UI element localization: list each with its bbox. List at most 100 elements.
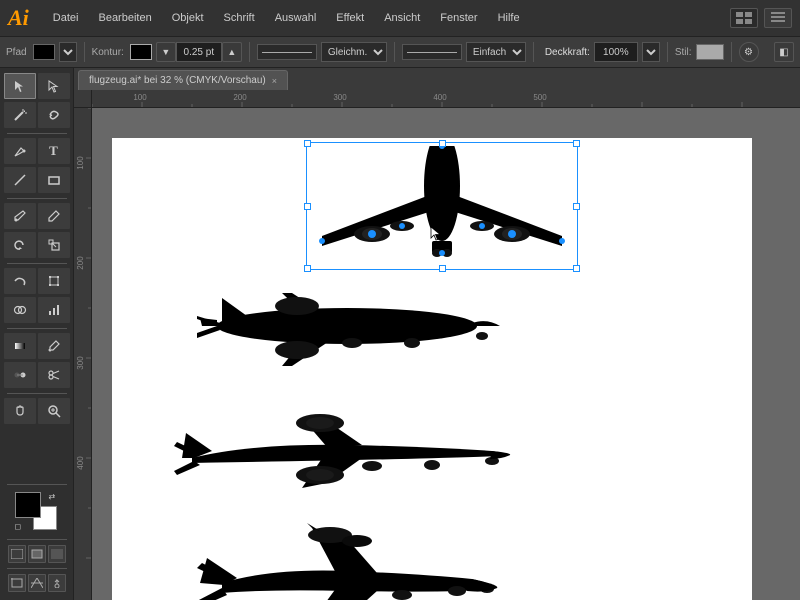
gradient-tool[interactable] — [4, 333, 36, 359]
svg-text:100: 100 — [133, 93, 147, 102]
menu-fenster[interactable]: Fenster — [430, 6, 487, 30]
extra-icon[interactable]: ◧ — [774, 42, 794, 62]
handle-ml[interactable] — [304, 203, 311, 210]
handle-bl[interactable] — [304, 265, 311, 272]
tool-divider-4 — [7, 328, 67, 329]
stroke-value-up[interactable]: ▲ — [222, 42, 242, 62]
style-swatch[interactable] — [696, 44, 724, 60]
menu-auswahl[interactable]: Auswahl — [265, 6, 327, 30]
menu-bar: Ai Datei Bearbeiten Objekt Schrift Auswa… — [0, 0, 800, 36]
main-area: T — [0, 68, 800, 600]
hand-tool[interactable] — [4, 398, 36, 424]
extra-tools-row — [8, 574, 66, 592]
selection-tool[interactable] — [4, 73, 36, 99]
tool-row-6 — [3, 231, 71, 259]
perspective-grid-tool[interactable] — [28, 574, 46, 592]
line-type-select[interactable]: Einfach — [466, 42, 526, 62]
ruler-left-marks: 100 200 300 400 — [74, 108, 92, 600]
fill-swatch[interactable] — [33, 44, 55, 60]
tool-divider-8 — [7, 568, 67, 569]
document-tab[interactable]: flugzeug.ai* bei 32 % (CMYK/Vorschau) × — [78, 70, 288, 90]
toolbox: T — [0, 68, 74, 600]
aircraft-1-selected[interactable] — [312, 146, 572, 266]
type-tool[interactable]: T — [38, 138, 70, 164]
opacity-label: Deckkraft: — [545, 47, 590, 58]
foreground-color-swatch[interactable] — [15, 492, 41, 518]
handle-mr[interactable] — [573, 203, 580, 210]
ruler-top-marks: 100 200 300 400 500 — [92, 90, 800, 108]
free-transform-tool[interactable] — [38, 268, 70, 294]
stroke-swatch[interactable] — [130, 44, 152, 60]
blend-tool[interactable] — [4, 362, 36, 388]
symbol-sprayer-tool[interactable] — [48, 574, 66, 592]
handle-bm[interactable] — [439, 265, 446, 272]
svg-text:200: 200 — [76, 256, 85, 270]
tab-bar: flugzeug.ai* bei 32 % (CMYK/Vorschau) × — [74, 68, 800, 90]
shape-builder-tool[interactable] — [4, 297, 36, 323]
options-toolbar: Pfad ▼ Kontur: ▼ ▲ Gleichm. Einfach Deck… — [0, 36, 800, 68]
tab-title: flugzeug.ai* bei 32 % (CMYK/Vorschau) — [89, 75, 266, 86]
handle-tl[interactable] — [304, 140, 311, 147]
stroke-value-input[interactable] — [176, 42, 222, 62]
menu-effekt[interactable]: Effekt — [326, 6, 374, 30]
pencil-tool[interactable] — [38, 203, 70, 229]
eyedropper-tool[interactable] — [38, 333, 70, 359]
line-segment-tool[interactable] — [4, 167, 36, 193]
opacity-select[interactable]: ▼ — [642, 42, 660, 62]
workspace-switcher[interactable] — [730, 8, 758, 28]
stroke-label: Kontur: — [92, 47, 124, 58]
tool-divider-3 — [7, 263, 67, 264]
menu-hilfe[interactable]: Hilfe — [488, 6, 530, 30]
scale-tool[interactable] — [38, 232, 70, 258]
svg-text:400: 400 — [76, 456, 85, 470]
stroke-value-down[interactable]: ▼ — [156, 42, 176, 62]
menu-ansicht[interactable]: Ansicht — [374, 6, 430, 30]
change-screen-mode-button[interactable] — [8, 545, 26, 563]
arrange-windows[interactable] — [764, 8, 792, 28]
default-colors-icon[interactable]: ◻ — [15, 522, 25, 532]
warp-tool[interactable] — [4, 268, 36, 294]
view-mode-row — [8, 545, 66, 563]
canvas-area[interactable]: 100 200 300 400 500 — [74, 90, 800, 600]
tool-row-4 — [3, 166, 71, 194]
view-option-2[interactable] — [28, 545, 46, 563]
view-option-3[interactable] — [48, 545, 66, 563]
menu-schrift[interactable]: Schrift — [214, 6, 265, 30]
swap-colors-icon[interactable]: ⇄ — [49, 492, 59, 502]
handle-tr[interactable] — [573, 140, 580, 147]
scissors-tool[interactable] — [38, 362, 70, 388]
ruler-corner — [74, 90, 92, 108]
rotate-tool[interactable] — [4, 232, 36, 258]
stroke-type-select[interactable]: Gleichm. — [321, 42, 387, 62]
graph-tool[interactable] — [38, 297, 70, 323]
tool-divider-1 — [7, 133, 67, 134]
menu-objekt[interactable]: Objekt — [162, 6, 214, 30]
aircraft-4[interactable] — [192, 523, 502, 600]
paintbrush-tool[interactable] — [4, 203, 36, 229]
lasso-tool[interactable] — [38, 102, 70, 128]
stroke-style-preview — [257, 44, 317, 60]
tool-row-2 — [3, 101, 71, 129]
menu-bearbeiten[interactable]: Bearbeiten — [88, 6, 161, 30]
document-canvas[interactable] — [92, 108, 800, 600]
handle-br[interactable] — [573, 265, 580, 272]
menu-datei[interactable]: Datei — [43, 6, 89, 30]
pen-tool[interactable] — [4, 138, 36, 164]
direct-selection-tool[interactable] — [38, 73, 70, 99]
settings-icon[interactable]: ⚙ — [739, 42, 759, 62]
magic-wand-tool[interactable] — [4, 102, 36, 128]
tool-row-8 — [3, 296, 71, 324]
tab-close-button[interactable]: × — [272, 76, 277, 86]
aircraft-2[interactable] — [192, 288, 502, 368]
opacity-input[interactable] — [594, 42, 638, 62]
aircraft-3[interactable] — [172, 403, 512, 493]
divider-5 — [667, 42, 668, 62]
fill-type-select[interactable]: ▼ — [59, 42, 77, 62]
zoom-tool[interactable] — [38, 398, 70, 424]
tool-divider-6 — [7, 484, 67, 485]
rectangle-tool[interactable] — [38, 167, 70, 193]
tool-row-9 — [3, 332, 71, 360]
divider-4 — [533, 42, 534, 62]
artboard-tool[interactable] — [8, 574, 26, 592]
style-label: Stil: — [675, 47, 692, 58]
